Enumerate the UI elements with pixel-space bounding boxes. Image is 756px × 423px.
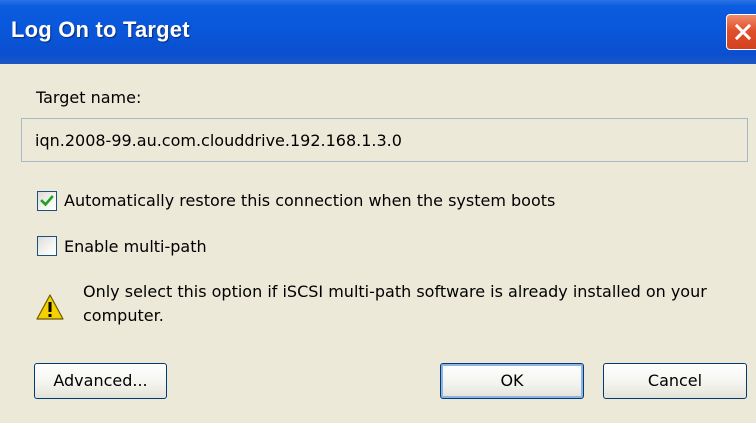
target-name-field[interactable]: iqn.2008-99.au.com.clouddrive.192.168.1.… (21, 118, 748, 162)
multi-path-warning-text: Only select this option if iSCSI multi-p… (83, 282, 707, 325)
auto-restore-checkbox[interactable] (37, 191, 57, 211)
multi-path-checkbox[interactable] (37, 236, 57, 256)
title-bar: Log On to Target (0, 0, 756, 64)
auto-restore-label[interactable]: Automatically restore this connection wh… (64, 191, 555, 210)
close-icon (734, 23, 752, 41)
window-title: Log On to Target (11, 17, 190, 42)
warning-icon (36, 294, 64, 320)
ok-button[interactable]: OK (440, 363, 584, 399)
checkmark-icon (40, 195, 54, 207)
multi-path-label[interactable]: Enable multi-path (64, 237, 207, 256)
close-button[interactable] (726, 14, 756, 50)
target-name-label: Target name: (36, 88, 142, 107)
target-name-value: iqn.2008-99.au.com.clouddrive.192.168.1.… (35, 131, 402, 150)
cancel-button[interactable]: Cancel (603, 363, 747, 399)
advanced-button[interactable]: Advanced... (34, 363, 167, 399)
